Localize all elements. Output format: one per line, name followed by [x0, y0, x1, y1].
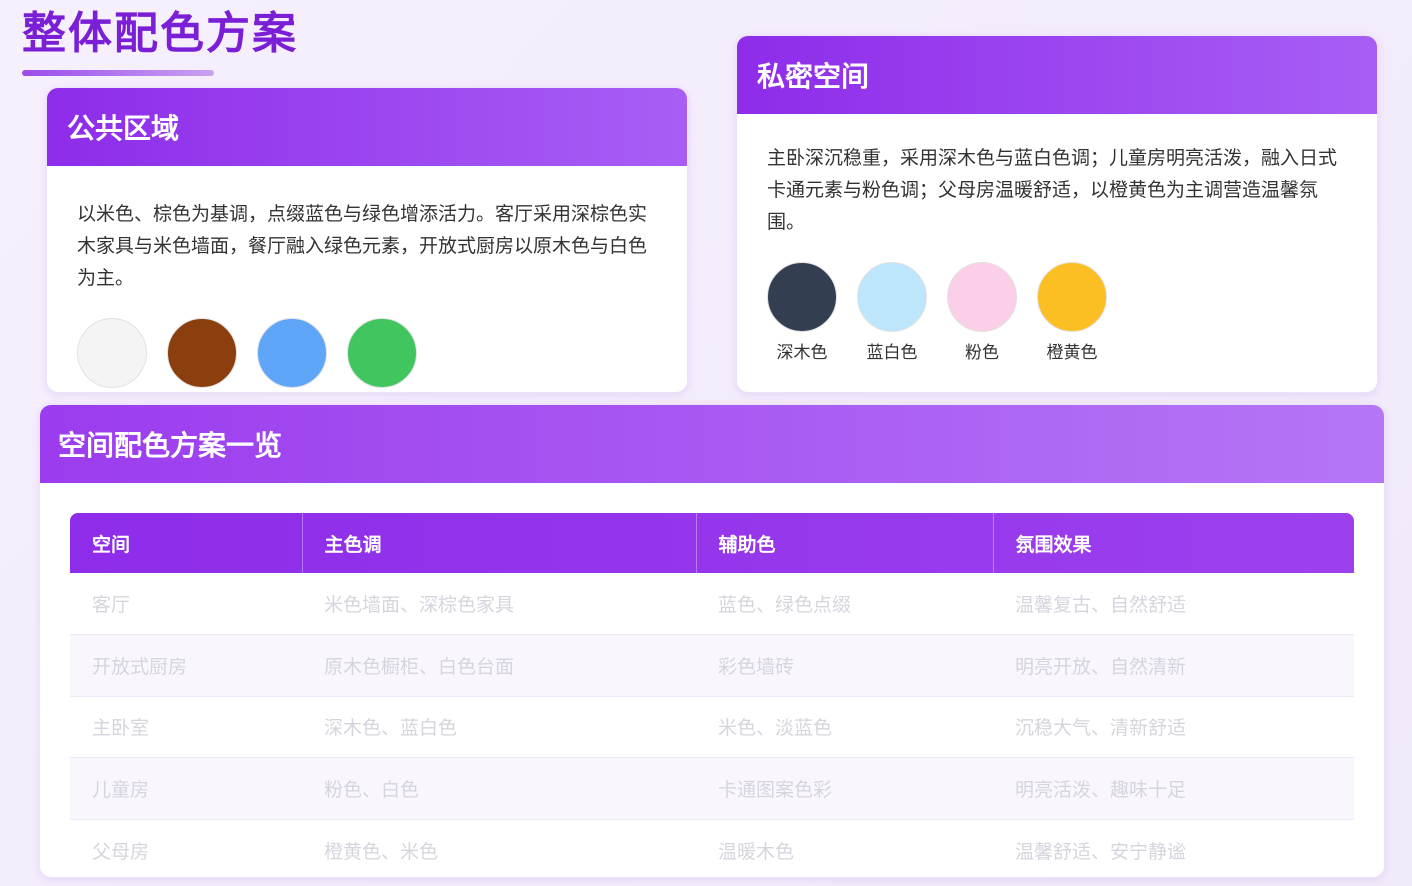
color-swatch-circle: [257, 318, 327, 388]
table-header-row: 空间 主色调 辅助色 氛围效果: [70, 513, 1354, 573]
table-cell: 主卧室: [70, 696, 302, 759]
table-cell: 明亮开放、自然清新: [993, 634, 1354, 697]
column-header-space: 空间: [70, 513, 303, 573]
color-swatch-circle: [857, 262, 927, 332]
overview-heading: 空间配色方案一览: [40, 405, 1384, 483]
column-header-main-color: 主色调: [302, 513, 697, 573]
swatch-orange-yellow: 橙黄色: [1037, 262, 1107, 363]
table-cell: 明亮活泼、趣味十足: [993, 757, 1354, 820]
swatch: [77, 318, 147, 388]
swatch-blue-white: 蓝白色: [857, 262, 927, 363]
table-cell: 深木色、蓝白色: [302, 696, 696, 759]
table-cell: 彩色墙砖: [696, 634, 993, 697]
table-cell: 蓝色、绿色点缀: [696, 573, 993, 636]
table-cell: 米色墙面、深棕色家具: [302, 573, 696, 636]
table-cell: 父母房: [70, 819, 302, 877]
table-cell: 沉稳大气、清新舒适: [993, 696, 1354, 759]
swatch-label: 深木色: [776, 343, 828, 363]
public-area-card: 公共区域 以米色、棕色为基调，点缀蓝色与绿色增添活力。客厅采用深棕色实木家具与米…: [46, 87, 688, 393]
public-area-swatches: [77, 318, 657, 388]
private-area-card: 私密空间 主卧深沉稳重，采用深木色与蓝白色调；儿童房明亮活泼，融入日式卡通元素与…: [736, 35, 1378, 393]
table-cell: 温馨舒适、安宁静谧: [993, 819, 1354, 877]
color-swatch-circle: [347, 318, 417, 388]
page: 整体配色方案 公共区域 以米色、棕色为基调，点缀蓝色与绿色增添活力。客厅采用深棕…: [0, 0, 1412, 886]
swatch-label: 橙黄色: [1046, 343, 1098, 363]
private-area-description: 主卧深沉稳重，采用深木色与蓝白色调；儿童房明亮活泼，融入日式卡通元素与粉色调；父…: [767, 147, 1338, 233]
color-swatch-circle: [1037, 262, 1107, 332]
table-cell: 原木色橱柜、白色台面: [302, 634, 696, 697]
swatch-pink: 粉色: [947, 262, 1017, 363]
table-row: 开放式厨房 原木色橱柜、白色台面 彩色墙砖 明亮开放、自然清新: [70, 634, 1354, 697]
table-row: 父母房 橙黄色、米色 温暖木色 温馨舒适、安宁静谧: [70, 819, 1354, 877]
swatch: [167, 318, 237, 388]
swatch: [257, 318, 327, 388]
table-cell: 温暖木色: [696, 819, 993, 877]
table-row: 主卧室 深木色、蓝白色 米色、淡蓝色 沉稳大气、清新舒适: [70, 696, 1354, 759]
overview-card: 空间配色方案一览 空间 主色调 辅助色 氛围效果 客厅 米色墙面、深棕色家具 蓝…: [39, 404, 1385, 878]
table-cell: 粉色、白色: [302, 757, 696, 820]
table-cell: 客厅: [70, 573, 302, 636]
color-swatch-circle: [767, 262, 837, 332]
color-swatch-circle: [167, 318, 237, 388]
table-cell: 儿童房: [70, 757, 302, 820]
public-area-description: 以米色、棕色为基调，点缀蓝色与绿色增添活力。客厅采用深棕色实木家具与米色墙面，餐…: [77, 203, 648, 289]
swatch-dark-wood: 深木色: [767, 262, 837, 363]
column-header-atmosphere: 氛围效果: [1015, 533, 1092, 556]
swatch-label: 粉色: [965, 343, 999, 363]
swatch: [347, 318, 417, 388]
table-cell: 卡通图案色彩: [696, 757, 993, 820]
title-underline: [22, 70, 214, 76]
table-cell: 橙黄色、米色: [302, 819, 696, 877]
table-cell: 开放式厨房: [70, 634, 302, 697]
page-title: 整体配色方案: [22, 8, 298, 59]
private-area-heading: 私密空间: [737, 36, 1377, 114]
table-row: 客厅 米色墙面、深棕色家具 蓝色、绿色点缀 温馨复古、自然舒适: [70, 573, 1354, 636]
table-row: 儿童房 粉色、白色 卡通图案色彩 明亮活泼、趣味十足: [70, 757, 1354, 820]
color-scheme-table: 空间 主色调 辅助色 氛围效果 客厅 米色墙面、深棕色家具 蓝色、绿色点缀 温馨…: [70, 513, 1354, 877]
column-header-accent-color: 辅助色: [696, 513, 994, 573]
table-cell: 米色、淡蓝色: [696, 696, 993, 759]
public-area-heading: 公共区域: [47, 88, 687, 166]
swatch-label: 蓝白色: [866, 343, 918, 363]
table-cell: 温馨复古、自然舒适: [993, 573, 1354, 636]
color-swatch-circle: [947, 262, 1017, 332]
private-area-swatches: 深木色 蓝白色 粉色 橙黄色: [767, 262, 1347, 363]
color-swatch-circle: [77, 318, 147, 388]
